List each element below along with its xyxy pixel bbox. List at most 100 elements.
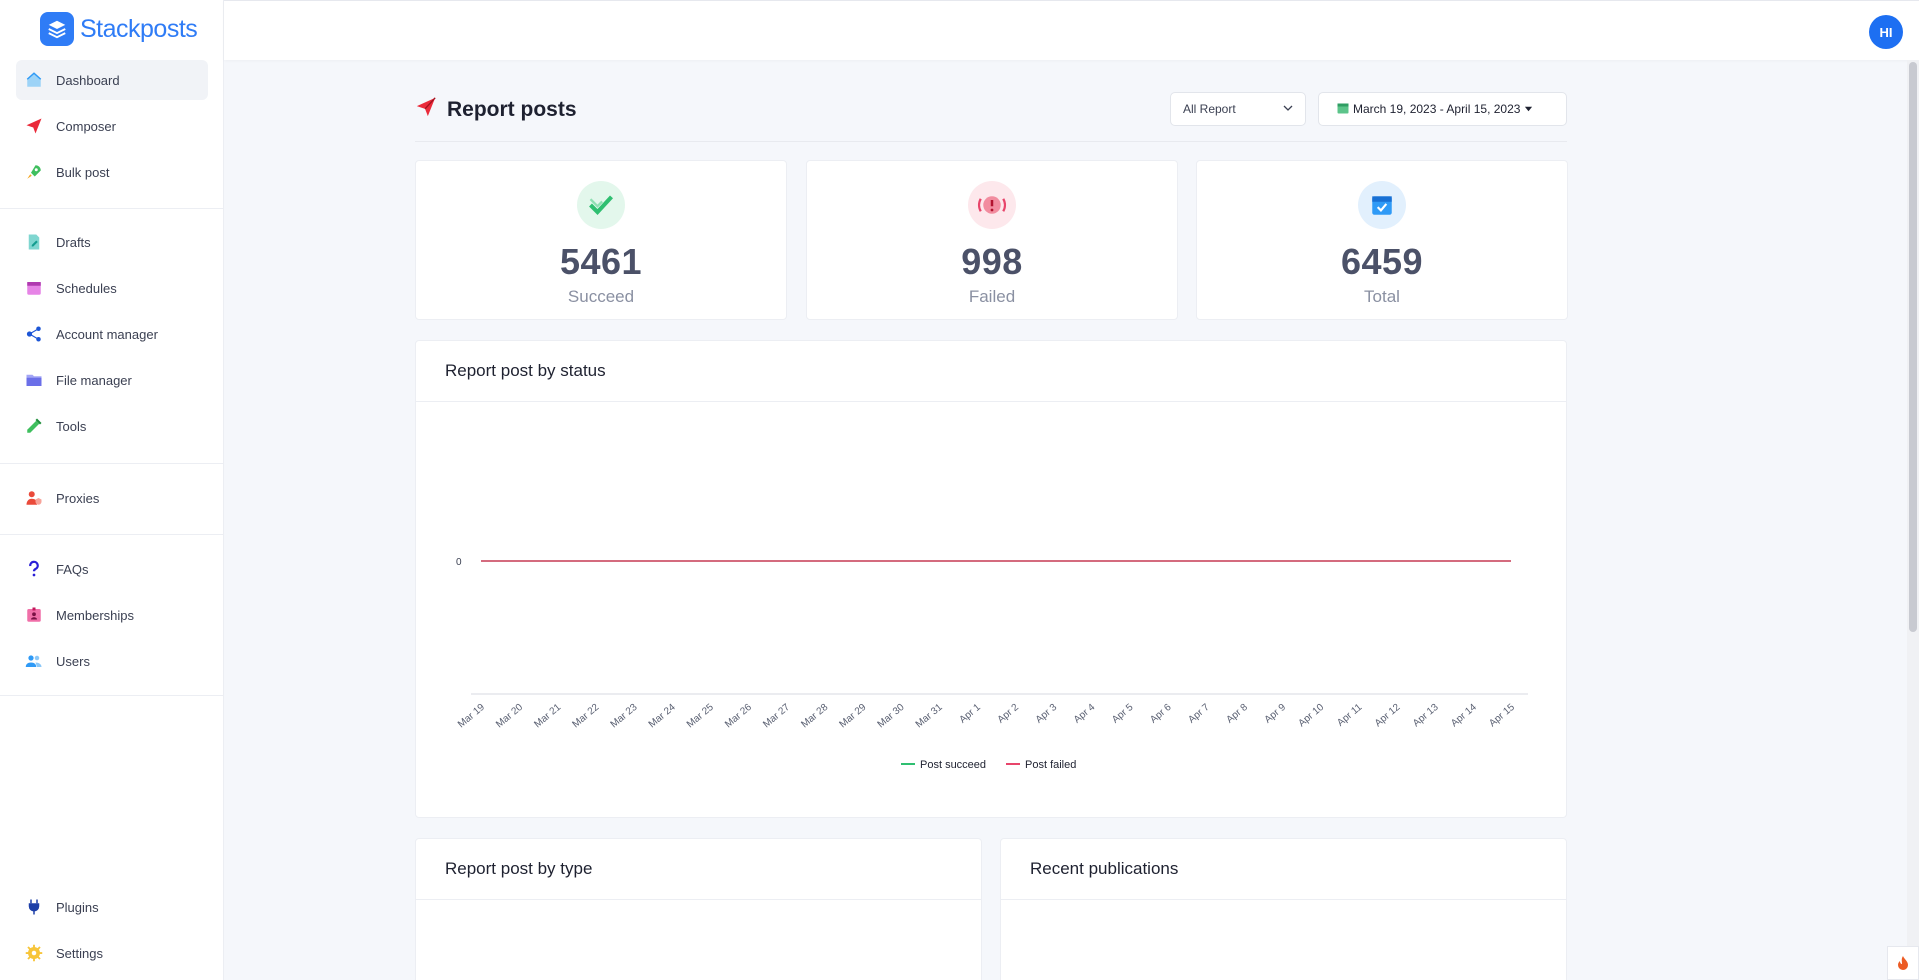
page-title: Report posts bbox=[415, 96, 577, 124]
house-icon bbox=[24, 70, 44, 90]
calendar-icon bbox=[1337, 102, 1349, 117]
x-tick-label: Apr 13 bbox=[1411, 702, 1441, 730]
page-scrollbar-thumb[interactable] bbox=[1909, 62, 1917, 632]
user-shield-icon bbox=[24, 488, 44, 508]
sidebar-item-label: File manager bbox=[56, 372, 132, 388]
succeed-label: Succeed bbox=[567, 287, 635, 306]
legend-item-post-failed[interactable]: Post failed bbox=[1006, 759, 1076, 771]
x-tick-label: Apr 12 bbox=[1373, 702, 1403, 730]
sidebar-item-memberships[interactable]: Memberships bbox=[16, 595, 208, 635]
folder-icon bbox=[24, 370, 44, 390]
sidebar-item-proxies[interactable]: Proxies bbox=[16, 478, 208, 518]
legend-label: Post succeed bbox=[920, 759, 986, 771]
x-tick-label: Mar 22 bbox=[570, 702, 601, 731]
sidebar-item-drafts[interactable]: Drafts bbox=[16, 222, 208, 262]
x-tick-label: Mar 24 bbox=[647, 702, 678, 731]
sidebar-item-dashboard[interactable]: Dashboard bbox=[16, 60, 208, 100]
gear-icon bbox=[24, 943, 44, 963]
alert-icon bbox=[968, 181, 1016, 229]
sidebar-item-label: Schedules bbox=[56, 280, 117, 296]
sidebar-item-label: Settings bbox=[56, 945, 103, 961]
paper-plane-icon bbox=[24, 116, 44, 136]
x-tick-label: Apr 15 bbox=[1487, 702, 1517, 730]
x-tick-label: Mar 28 bbox=[799, 702, 830, 731]
x-tick-label: Mar 23 bbox=[609, 702, 640, 731]
sidebar-item-label: Account manager bbox=[56, 326, 158, 342]
date-range-picker[interactable]: March 19, 2023 - April 15, 2023 bbox=[1318, 92, 1567, 126]
calendar-icon bbox=[24, 278, 44, 298]
report-filter-value: All Report bbox=[1183, 102, 1236, 116]
x-tick-label: Apr 8 bbox=[1225, 702, 1251, 726]
x-tick-label: Apr 9 bbox=[1263, 702, 1289, 726]
stack-layers-icon bbox=[40, 12, 74, 46]
x-tick-label: Mar 19 bbox=[456, 702, 487, 731]
stat-card-failed: 998 Failed bbox=[806, 160, 1178, 320]
x-tick-label: Apr 1 bbox=[957, 702, 983, 726]
sidebar-item-label: Dashboard bbox=[56, 72, 120, 88]
legend-item-post-succeed[interactable]: Post succeed bbox=[901, 759, 986, 771]
failed-count: 998 bbox=[961, 241, 1023, 282]
type-chart-panel: Report post by type bbox=[415, 838, 982, 980]
sidebar-item-label: Memberships bbox=[56, 607, 135, 623]
x-tick-label: Apr 10 bbox=[1297, 702, 1327, 730]
x-tick-label: Apr 5 bbox=[1110, 702, 1136, 726]
x-tick-label: Apr 3 bbox=[1034, 702, 1060, 726]
calendar-check-icon bbox=[1358, 181, 1406, 229]
type-chart-title: Report post by type bbox=[416, 839, 981, 900]
status-chart-panel: Report post by status 0 Mar 19 Mar 20 Mar 2… bbox=[415, 340, 1567, 818]
user-avatar[interactable]: HI bbox=[1869, 15, 1903, 49]
x-tick-label: Apr 6 bbox=[1148, 702, 1174, 726]
x-tick-label: Mar 30 bbox=[876, 702, 907, 731]
check-icon bbox=[577, 181, 625, 229]
sidebar-item-tools[interactable]: Tools bbox=[16, 406, 208, 446]
recent-publications-panel: Recent publications bbox=[1000, 838, 1567, 980]
legend-label: Post failed bbox=[1025, 759, 1076, 771]
stat-card-succeed: 5461 Succeed bbox=[415, 160, 787, 320]
x-tick-label: Mar 20 bbox=[494, 702, 525, 731]
sidebar-item-file-manager[interactable]: File manager bbox=[16, 360, 208, 400]
fire-icon[interactable] bbox=[1887, 946, 1919, 980]
x-tick-label: Apr 11 bbox=[1335, 702, 1364, 729]
id-badge-icon bbox=[24, 605, 44, 625]
sidebar-item-bulk-post[interactable]: Bulk post bbox=[16, 152, 208, 192]
sidebar-item-composer[interactable]: Composer bbox=[16, 106, 208, 146]
sidebar-item-settings[interactable]: Settings bbox=[16, 933, 208, 973]
sidebar-item-label: FAQs bbox=[56, 561, 89, 577]
date-range-text: March 19, 2023 - April 15, 2023 bbox=[1353, 102, 1521, 116]
brand-logo[interactable]: Stackposts bbox=[40, 12, 198, 46]
sidebar-item-label: Users bbox=[56, 653, 90, 669]
sidebar-item-users[interactable]: Users bbox=[16, 641, 208, 681]
page-title-text: Report posts bbox=[447, 98, 577, 121]
sidebar-item-schedules[interactable]: Schedules bbox=[16, 268, 208, 308]
y-tick-label: 0 bbox=[456, 557, 462, 568]
x-tick-label: Mar 29 bbox=[837, 702, 868, 731]
type-chart-placeholder bbox=[416, 900, 982, 980]
sidebar-item-plugins[interactable]: Plugins bbox=[16, 887, 208, 927]
report-filter-select[interactable]: All Report bbox=[1170, 92, 1306, 126]
x-tick-label: Mar 31 bbox=[914, 702, 945, 731]
failed-label: Failed bbox=[968, 287, 1016, 306]
sidebar-item-label: Tools bbox=[56, 418, 87, 434]
recent-publications-title: Recent publications bbox=[1001, 839, 1566, 900]
chevron-down-icon bbox=[1283, 102, 1293, 116]
sidebar-item-label: Drafts bbox=[56, 234, 91, 250]
x-tick-label: Mar 25 bbox=[685, 702, 716, 731]
sidebar-item-label: Plugins bbox=[56, 899, 99, 915]
caret-down-icon bbox=[1524, 102, 1533, 116]
pencil-ruler-icon bbox=[24, 416, 44, 436]
x-tick-label: Mar 26 bbox=[723, 702, 754, 731]
x-tick-label: Apr 7 bbox=[1186, 702, 1212, 726]
x-tick-label: Apr 4 bbox=[1072, 702, 1098, 726]
status-line-chart: 0Mar 19 Mar 20 Mar 21 Mar 22 Mar 23 Mar 24 Mar… bbox=[456, 557, 1528, 771]
users-icon bbox=[24, 651, 44, 671]
sidebar-item-faqs[interactable]: FAQs bbox=[16, 549, 208, 589]
document-pen-icon bbox=[24, 232, 44, 252]
sidebar-item-account-manager[interactable]: Account manager bbox=[16, 314, 208, 354]
status-chart-title: Report post by status bbox=[416, 341, 1566, 402]
brand-name: Stackposts bbox=[80, 14, 198, 43]
sidebar-item-label: Composer bbox=[56, 118, 116, 134]
topbar: HI bbox=[224, 0, 1919, 60]
total-label: Total bbox=[1364, 287, 1400, 306]
plug-icon bbox=[24, 897, 44, 917]
x-tick-label: Mar 27 bbox=[761, 702, 792, 731]
